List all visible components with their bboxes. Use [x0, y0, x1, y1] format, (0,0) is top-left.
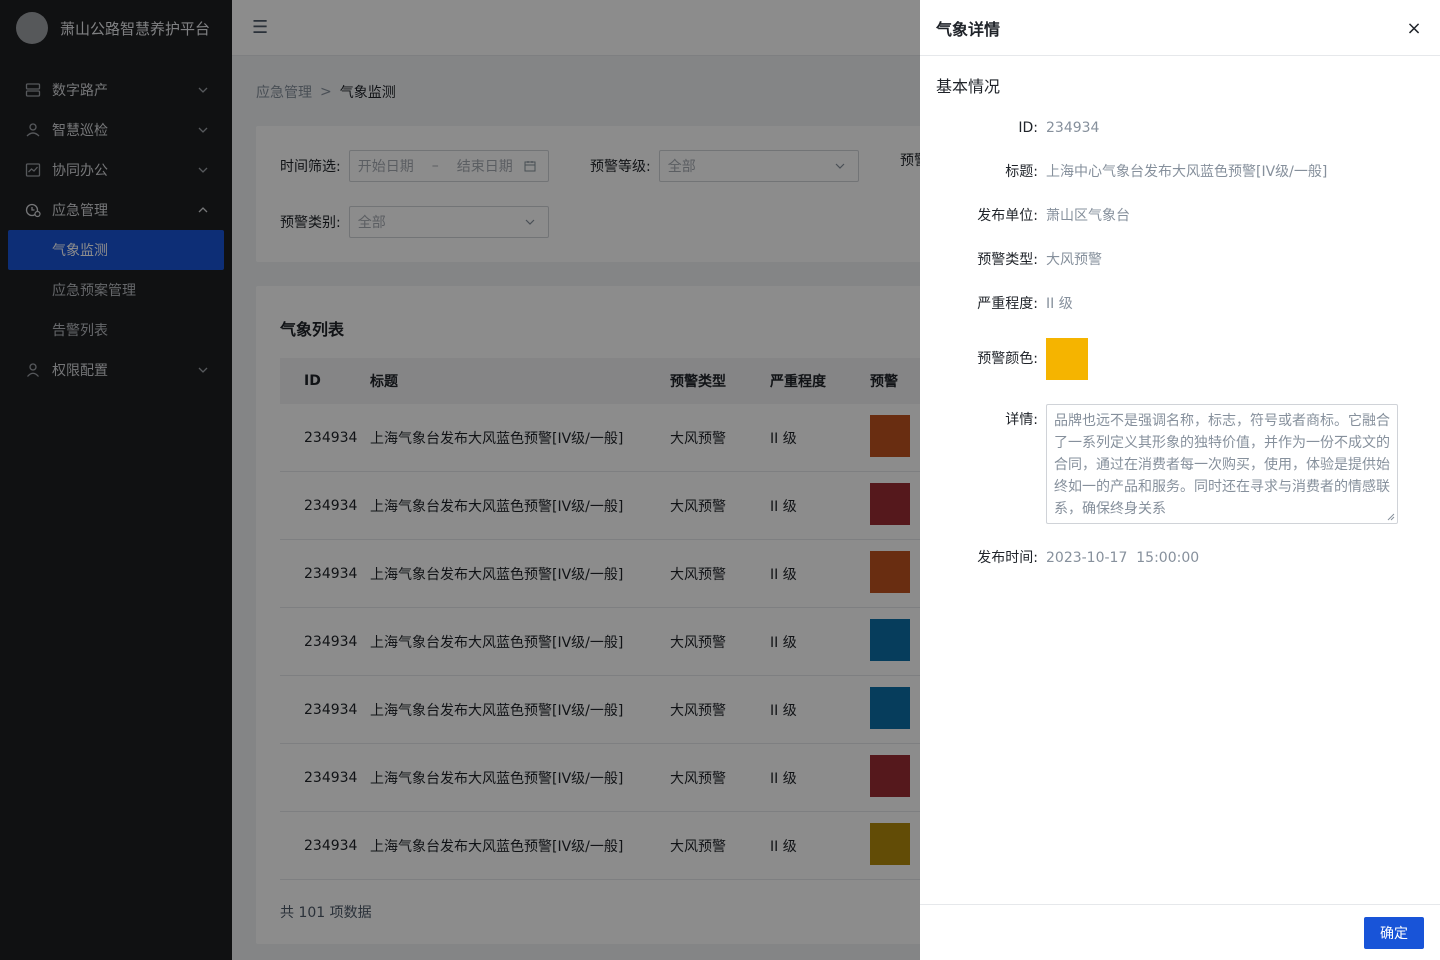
field-value: 234934	[1046, 120, 1100, 136]
field-unit: 发布单位: 萧山区气象台	[920, 205, 1440, 227]
field-detail: 详情: 品牌也远不是强调名称，标志，符号或者商标。它融合了一系列定义其形象的独特…	[920, 404, 1440, 524]
weather-detail-drawer: 气象详情 × 基本情况 ID: 234934 标题: 上海中心气象台发布大风蓝色…	[920, 0, 1440, 960]
field-title: 标题: 上海中心气象台发布大风蓝色预警[IV级/一般]	[920, 161, 1440, 183]
field-level: 严重程度: II 级	[920, 293, 1440, 315]
confirm-button[interactable]: 确定	[1364, 917, 1424, 949]
field-label: ID:	[1018, 120, 1038, 136]
field-value: 2023-10-17 15:00:00	[1046, 550, 1200, 566]
close-icon[interactable]: ×	[1404, 18, 1424, 39]
field-label: 预警类型:	[977, 252, 1038, 268]
field-id: ID: 234934	[920, 117, 1440, 139]
drawer-footer: 确定	[920, 904, 1440, 960]
detail-textarea[interactable]: 品牌也远不是强调名称，标志，符号或者商标。它融合了一系列定义其形象的独特价值，并…	[1046, 404, 1398, 524]
resize-handle-icon[interactable]	[1387, 513, 1395, 521]
drawer-header: 气象详情 ×	[920, 0, 1440, 56]
field-label: 严重程度:	[977, 296, 1038, 312]
field-time: 发布时间: 2023-10-17 15:00:00	[920, 547, 1440, 569]
field-type: 预警类型: 大风预警	[920, 249, 1440, 271]
section-title: 基本情况	[936, 77, 1001, 96]
field-value: 萧山区气象台	[1046, 208, 1130, 224]
field-label: 标题:	[1005, 164, 1038, 180]
field-value: II 级	[1046, 296, 1073, 312]
field-value: 大风预警	[1046, 252, 1102, 268]
warning-color-swatch	[1046, 338, 1088, 380]
field-label: 发布单位:	[977, 208, 1038, 224]
detail-text: 品牌也远不是强调名称，标志，符号或者商标。它融合了一系列定义其形象的独特价值，并…	[1054, 413, 1390, 517]
field-color: 预警颜色:	[920, 338, 1440, 380]
field-label: 发布时间:	[977, 550, 1038, 566]
field-value: 上海中心气象台发布大风蓝色预警[IV级/一般]	[1046, 164, 1328, 180]
field-label: 详情:	[1005, 412, 1038, 428]
drawer-title: 气象详情	[936, 19, 1001, 39]
field-label: 预警颜色:	[977, 351, 1038, 367]
